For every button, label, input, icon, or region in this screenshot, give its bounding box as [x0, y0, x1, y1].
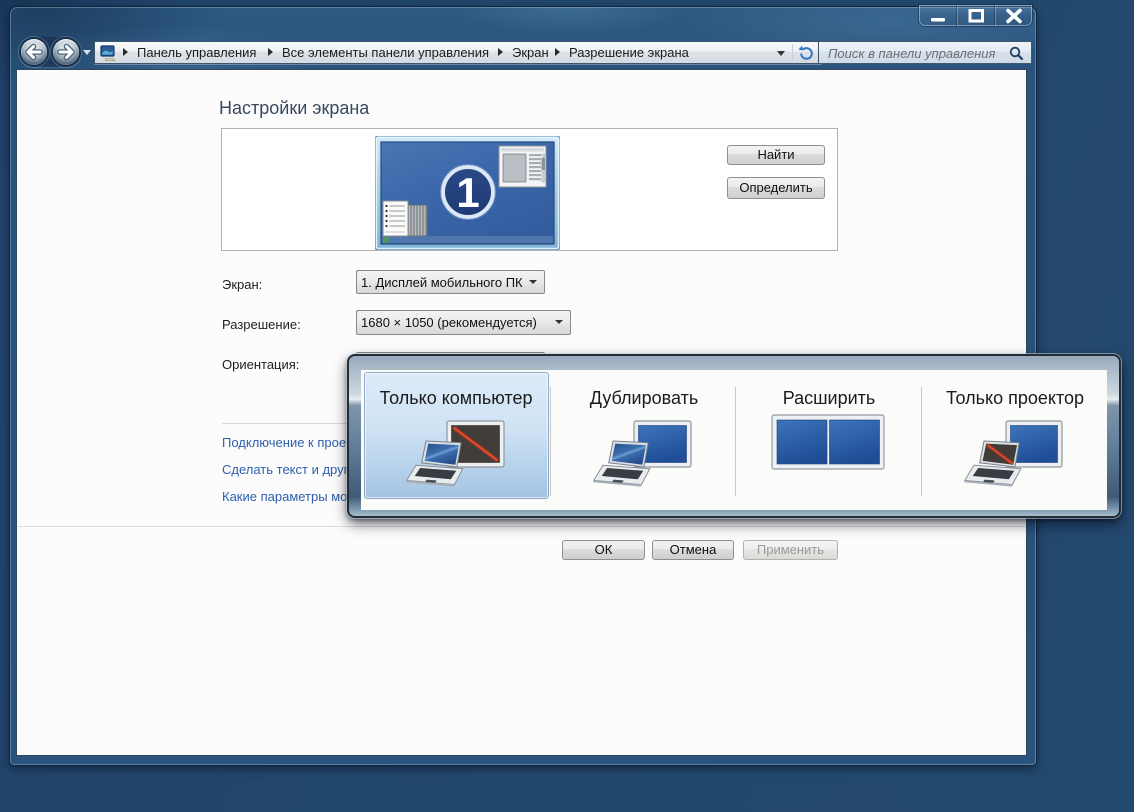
- svg-text:1: 1: [456, 169, 479, 216]
